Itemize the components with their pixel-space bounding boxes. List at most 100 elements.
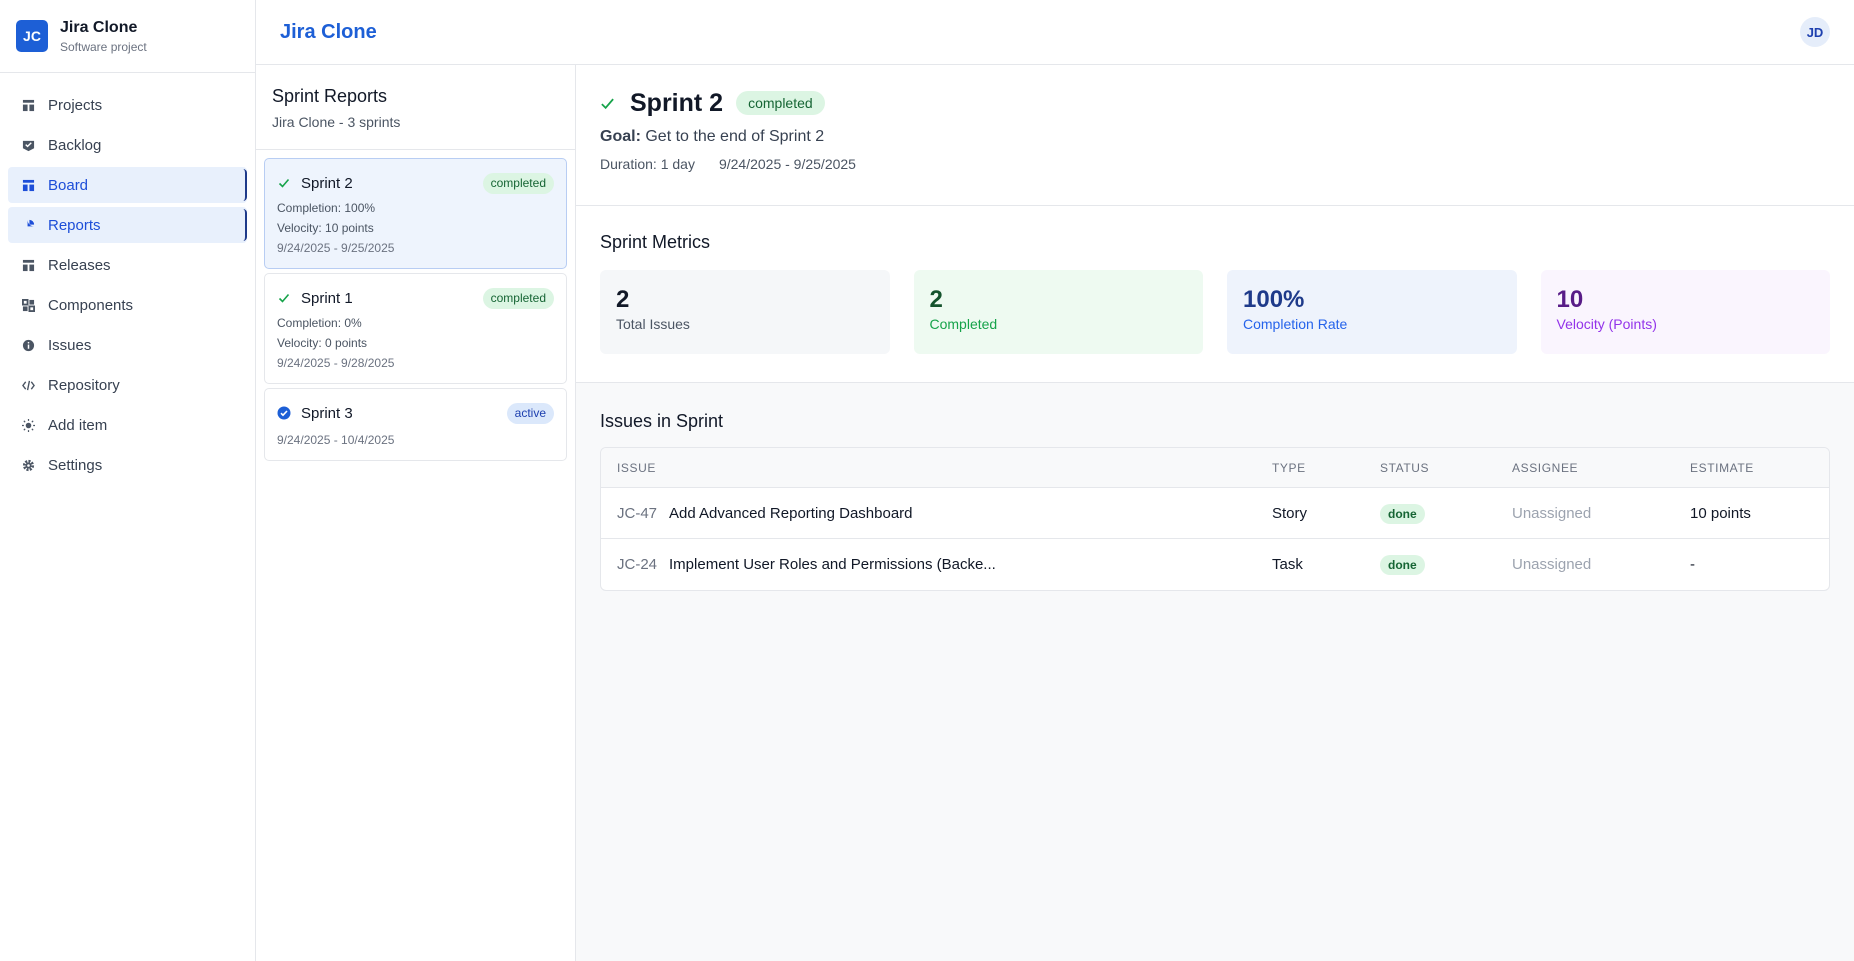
sprint-dates: 9/24/2025 - 9/25/2025 <box>718 156 856 172</box>
board-icon <box>21 178 35 192</box>
issue-estimate: 10 points <box>1690 504 1751 522</box>
metric-velocity: 10 Velocity (Points) <box>1540 270 1830 354</box>
sprint-completion: Completion: 0% <box>277 316 362 330</box>
sidebar-item-label: Board <box>48 176 89 194</box>
top-bar: Jira Clone JD <box>256 0 1854 65</box>
sidebar-item-add-item[interactable]: Add item <box>8 407 247 443</box>
table-row[interactable]: JC-47 Add Advanced Reporting Dashboard S… <box>601 488 1829 539</box>
column-header-assignee: ASSIGNEE <box>1512 460 1579 475</box>
sidebar-item-repository[interactable]: Repository <box>8 367 247 403</box>
components-icon <box>21 298 35 312</box>
issue-summary[interactable]: Implement User Roles and Permissions (Ba… <box>669 556 996 573</box>
status-badge: active <box>506 402 554 424</box>
sprint-card-sprint-3[interactable]: Sprint 3 active 9/24/2025 - 10/4/2025 <box>264 388 567 461</box>
sidebar-item-label: Add item <box>48 416 108 434</box>
sprint-panel-header: Sprint Reports Jira Clone - 3 sprints <box>256 65 575 150</box>
column-header-issue: ISSUE <box>617 460 657 475</box>
table-row[interactable]: JC-24 Implement User Roles and Permissio… <box>601 539 1829 590</box>
sidebar-item-label: Settings <box>48 456 103 474</box>
sprint-list-panel: Sprint Reports Jira Clone - 3 sprints Sp… <box>256 65 576 961</box>
sprint-meta: Duration: 1 day 9/24/2025 - 9/25/2025 <box>600 156 1830 172</box>
table-header: ISSUE TYPE STATUS ASSIGNEE ESTIMATE <box>601 448 1829 488</box>
issues-section: Issues in Sprint ISSUE TYPE STATUS ASSIG… <box>576 383 1854 591</box>
issue-estimate: - <box>1690 556 1695 573</box>
sidebar-item-backlog[interactable]: Backlog <box>8 127 247 163</box>
active-check-icon <box>277 406 291 420</box>
metric-label: Total Issues <box>616 316 690 332</box>
project-type: Software project <box>60 39 147 54</box>
sprint-dates: 9/24/2025 - 9/25/2025 <box>277 241 395 255</box>
app-title[interactable]: Jira Clone <box>280 21 377 44</box>
metric-value: 10 <box>1556 286 1584 313</box>
issue-type: Task <box>1272 556 1303 573</box>
column-header-estimate: ESTIMATE <box>1690 460 1754 475</box>
metric-value: 2 <box>929 286 943 313</box>
board-icon <box>21 98 35 112</box>
sprint-name: Sprint 1 <box>301 289 353 307</box>
metric-label: Velocity (Points) <box>1556 316 1657 332</box>
sprint-panel-title: Sprint Reports <box>272 86 388 106</box>
sidebar-item-releases[interactable]: Releases <box>8 247 247 283</box>
user-avatar[interactable]: JD <box>1800 17 1830 47</box>
sidebar-item-components[interactable]: Components <box>8 287 247 323</box>
issue-assignee: Unassigned <box>1512 556 1592 573</box>
sidebar-item-projects[interactable]: Projects <box>8 87 247 123</box>
sprint-detail: Sprint 2 completed Goal: Get to the end … <box>576 65 1854 961</box>
sidebar-item-label: Components <box>48 296 134 314</box>
sprint-goal: Goal: Get to the end of Sprint 2 <box>600 128 1830 146</box>
info-icon <box>21 338 35 352</box>
check-icon <box>277 291 291 305</box>
issue-assignee: Unassigned <box>1512 504 1592 522</box>
backlog-icon <box>21 138 35 152</box>
check-icon <box>600 96 618 111</box>
sidebar-item-reports[interactable]: Reports <box>8 207 247 243</box>
sprint-list: Sprint 2 completed Completion: 100% Velo… <box>256 150 575 473</box>
issue-summary[interactable]: Add Advanced Reporting Dashboard <box>669 505 913 522</box>
metric-completion-rate: 100% Completion Rate <box>1227 270 1517 354</box>
sidebar-nav: Projects Backlog Board Reports Releases … <box>0 73 255 483</box>
sprint-card-sprint-1[interactable]: Sprint 1 completed Completion: 0% Veloci… <box>264 273 567 384</box>
column-header-type: TYPE <box>1272 460 1306 475</box>
metric-label: Completed <box>929 316 998 332</box>
project-logo: JC <box>16 20 48 52</box>
sidebar-item-settings[interactable]: Settings <box>8 447 247 483</box>
sprint-dates: 9/24/2025 - 9/28/2025 <box>277 356 395 370</box>
metrics-title: Sprint Metrics <box>600 232 711 252</box>
sprint-card-sprint-2[interactable]: Sprint 2 completed Completion: 100% Velo… <box>264 158 567 269</box>
sidebar-item-label: Releases <box>48 256 111 274</box>
goal-label: Goal: <box>600 128 641 145</box>
sidebar-item-label: Projects <box>48 96 103 114</box>
status-badge: done <box>1380 555 1425 575</box>
issue-key[interactable]: JC-24 <box>617 556 657 573</box>
sprint-title: Sprint 2 <box>630 88 724 117</box>
sidebar-item-label: Reports <box>48 216 101 234</box>
issue-key[interactable]: JC-47 <box>617 505 657 522</box>
column-header-status: STATUS <box>1380 460 1430 475</box>
sprint-completion: Completion: 100% <box>277 201 376 215</box>
issues-title: Issues in Sprint <box>600 411 724 431</box>
sprint-panel-subtitle: Jira Clone - 3 sprints <box>272 114 401 130</box>
issues-table: ISSUE TYPE STATUS ASSIGNEE ESTIMATE JC-4… <box>600 447 1830 591</box>
sprint-dates: 9/24/2025 - 10/4/2025 <box>277 433 395 447</box>
sidebar: JC Jira Clone Software project Projects … <box>0 0 256 961</box>
sprint-metrics: Sprint Metrics 2 Total Issues 2 Complete… <box>576 206 1854 383</box>
status-badge: completed <box>482 287 554 309</box>
sprint-velocity: Velocity: 10 points <box>277 221 374 235</box>
sprint-name: Sprint 3 <box>301 404 353 422</box>
chart-icon <box>21 218 35 232</box>
status-badge: completed <box>736 91 825 115</box>
sidebar-item-board[interactable]: Board <box>8 167 247 203</box>
sidebar-item-label: Backlog <box>48 136 102 154</box>
project-header[interactable]: JC Jira Clone Software project <box>0 0 255 73</box>
metric-completed: 2 Completed <box>913 270 1203 354</box>
status-badge: completed <box>482 172 554 194</box>
sun-icon <box>21 418 35 432</box>
gear-icon <box>21 458 35 472</box>
sprint-name: Sprint 2 <box>301 174 353 192</box>
sidebar-item-issues[interactable]: Issues <box>8 327 247 363</box>
metric-label: Completion Rate <box>1243 316 1348 332</box>
status-badge: done <box>1380 503 1425 524</box>
check-icon <box>277 176 291 190</box>
metric-total-issues: 2 Total Issues <box>600 270 890 354</box>
issue-type: Story <box>1272 504 1308 522</box>
